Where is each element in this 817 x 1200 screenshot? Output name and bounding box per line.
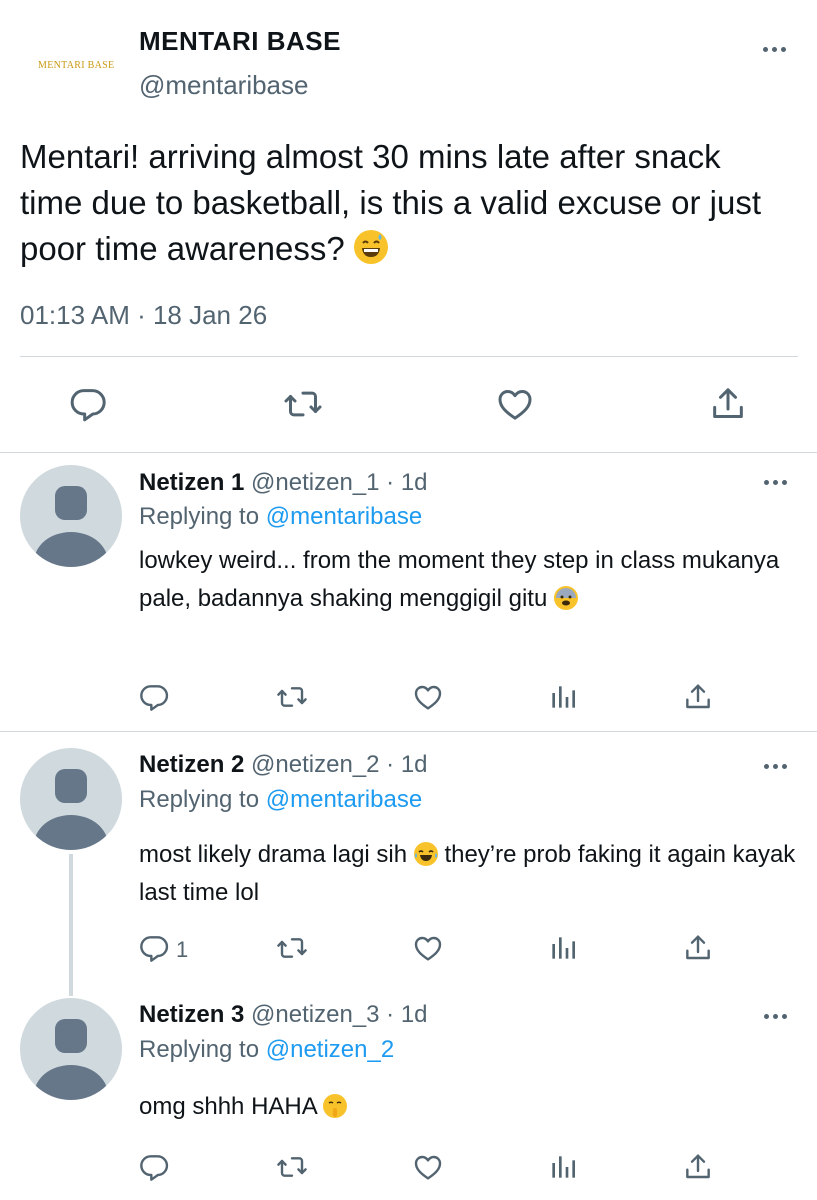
stats-icon[interactable] bbox=[547, 681, 579, 713]
brand-logo[interactable]: MENTARI BASE bbox=[22, 42, 122, 92]
mention-link[interactable]: @mentaribase bbox=[266, 503, 422, 530]
reply-text-body: lowkey weird... from the moment they ste… bbox=[139, 547, 780, 612]
reply-text-body: most likely drama lagi sih bbox=[139, 841, 408, 868]
replying-to: Replying to @mentaribase bbox=[139, 503, 422, 531]
reply-icon[interactable] bbox=[138, 681, 170, 713]
thread-line bbox=[69, 854, 73, 996]
reply-header: Netizen 3 @netizen_3 · 1d bbox=[139, 1001, 428, 1029]
share-icon[interactable] bbox=[682, 681, 714, 713]
reply-text: most likely drama lagi sih they’re prob … bbox=[139, 836, 799, 912]
reply-text: omg shhh HAHA bbox=[139, 1088, 799, 1126]
like-icon[interactable] bbox=[495, 384, 535, 424]
mention-link[interactable]: @mentaribase bbox=[266, 786, 422, 813]
retweet-icon[interactable] bbox=[276, 932, 308, 964]
tweet-text-body: Mentari! arriving almost 30 mins late af… bbox=[20, 138, 762, 267]
author-handle[interactable]: @mentaribase bbox=[139, 70, 308, 101]
tweet-text: Mentari! arriving almost 30 mins late af… bbox=[20, 134, 790, 272]
like-icon[interactable] bbox=[412, 932, 444, 964]
stats-icon[interactable] bbox=[547, 1151, 579, 1183]
reply-author-meta: @netizen_2 · 1d bbox=[251, 751, 428, 778]
share-icon[interactable] bbox=[708, 384, 748, 424]
reply-count: 1 bbox=[176, 937, 189, 962]
reply-header: Netizen 2 @netizen_2 · 1d bbox=[139, 751, 428, 779]
replying-to-label: Replying to bbox=[139, 1036, 266, 1063]
divider bbox=[20, 356, 798, 357]
reply-tweet[interactable]: Netizen 2 @netizen_2 · 1d Replying to @m… bbox=[0, 732, 817, 996]
mention-link[interactable]: @netizen_2 bbox=[266, 1036, 394, 1063]
reply-icon[interactable] bbox=[138, 1151, 170, 1183]
more-options-icon[interactable] bbox=[764, 1014, 787, 1019]
reply-author-name[interactable]: Netizen 1 bbox=[139, 469, 244, 496]
more-options-icon[interactable] bbox=[764, 480, 787, 485]
share-icon[interactable] bbox=[682, 1151, 714, 1183]
retweet-icon[interactable] bbox=[276, 1151, 308, 1183]
reply-text-body: omg shhh HAHA bbox=[139, 1093, 317, 1120]
fearful-face-emoji bbox=[553, 586, 578, 610]
share-icon[interactable] bbox=[682, 932, 714, 964]
reply-author-name[interactable]: Netizen 3 bbox=[139, 1001, 244, 1028]
main-tweet: MENTARI BASE MENTARI BASE @mentaribase M… bbox=[0, 0, 817, 452]
retweet-icon[interactable] bbox=[276, 681, 308, 713]
replying-to: Replying to @mentaribase bbox=[139, 786, 422, 814]
replying-to-label: Replying to bbox=[139, 786, 266, 813]
avatar[interactable] bbox=[20, 748, 122, 850]
reply-author-name[interactable]: Netizen 2 bbox=[139, 751, 244, 778]
reply-tweet[interactable]: Netizen 1 @netizen_1 · 1d Replying to @m… bbox=[0, 453, 817, 731]
reply-header: Netizen 1 @netizen_1 · 1d bbox=[139, 469, 428, 497]
more-options-icon[interactable] bbox=[763, 47, 786, 52]
reply-icon[interactable] bbox=[68, 384, 108, 424]
replying-to: Replying to @netizen_2 bbox=[139, 1036, 394, 1064]
reply-icon[interactable] bbox=[138, 932, 170, 964]
more-options-icon[interactable] bbox=[764, 764, 787, 769]
avatar[interactable] bbox=[20, 465, 122, 567]
like-icon[interactable] bbox=[412, 1151, 444, 1183]
grinning-sweat-emoji bbox=[353, 230, 388, 264]
tears-of-joy-emoji bbox=[413, 842, 438, 866]
tweet-timestamp[interactable]: 01:13 AM · 18 Jan 26 bbox=[20, 300, 267, 331]
reply-author-meta: @netizen_1 · 1d bbox=[251, 469, 428, 496]
brand-logo-text: MENTARI BASE bbox=[38, 60, 115, 71]
avatar[interactable] bbox=[20, 998, 122, 1100]
reply-tweet[interactable]: Netizen 3 @netizen_3 · 1d Replying to @n… bbox=[0, 990, 817, 1200]
shushing-face-emoji bbox=[323, 1094, 348, 1118]
replying-to-label: Replying to bbox=[139, 503, 266, 530]
like-icon[interactable] bbox=[412, 681, 444, 713]
retweet-icon[interactable] bbox=[283, 384, 323, 424]
reply-text: lowkey weird... from the moment they ste… bbox=[139, 542, 799, 618]
reply-author-meta: @netizen_3 · 1d bbox=[251, 1001, 428, 1028]
author-name[interactable]: MENTARI BASE bbox=[139, 26, 341, 57]
stats-icon[interactable] bbox=[547, 932, 579, 964]
